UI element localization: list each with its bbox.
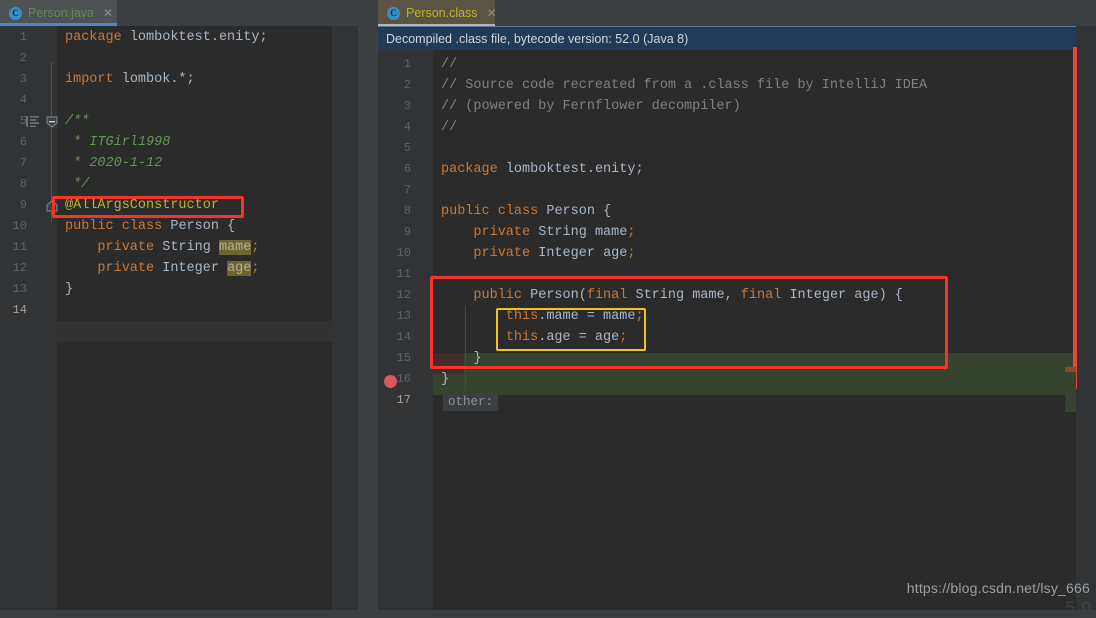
diff-stripe-marker-changed[interactable] [1065,367,1076,372]
tab-label: Person.class [406,6,478,20]
line-number: 3 [19,72,27,86]
line-number: 11 [12,240,27,254]
code-line-1: package lomboktest.enity; [65,30,268,45]
editor-splitter[interactable] [358,26,378,618]
watermark-url: https://blog.csdn.net/lsy_666 [906,580,1090,596]
code-line-2: // Source code recreated from a .class f… [441,78,928,93]
line-number: 13 [12,282,27,296]
code-line-1: // [441,57,458,72]
java-class-icon: C [387,6,400,20]
line-number: 4 [403,120,411,134]
code-line-13: this.mame = mame; [505,309,644,324]
line-number: 7 [403,183,411,197]
tab-person-java[interactable]: C Person.java ✕ [0,0,117,26]
close-icon[interactable]: ✕ [487,7,497,19]
code-line-6: package lomboktest.enity; [441,162,644,177]
error-stripe-left[interactable] [332,26,358,618]
line-number: 13 [396,309,411,323]
code-line-6: * ITGirl1998 [65,135,171,150]
decompiled-notice-bar: Decompiled .class file, bytecode version… [378,26,1096,50]
line-number: 11 [396,267,411,281]
code-line-4: // [441,120,458,135]
line-number: 10 [396,246,411,260]
diff-stripe-marker[interactable] [1065,372,1076,412]
tab-label: Person.java [28,6,95,20]
code-line-12: public Person(final String mame, final I… [473,288,903,303]
code-line-8: */ [65,177,90,192]
line-number: 14 [12,303,27,317]
code-line-14: this.age = age; [505,330,628,345]
line-number: 2 [19,51,27,65]
line-number: 6 [19,135,27,149]
code-line-16: } [441,372,450,387]
code-line-12: private Integer age; [97,261,260,276]
line-number: 12 [396,288,411,302]
code-line-3: import lombok.*; [65,72,195,87]
code-line-10: private Integer age; [473,246,636,261]
code-fold-rail [51,62,52,222]
line-number: 1 [403,57,411,71]
editor-pane-person-class[interactable]: Decompiled .class file, bytecode version… [378,26,1096,618]
error-stripe-marker[interactable] [1073,47,1077,389]
code-line-9: private String mame; [473,225,636,240]
decompiled-notice-text: Decompiled .class file, bytecode version… [386,31,689,46]
line-number: 15 [396,351,411,365]
code-line-5: /** [65,114,90,129]
line-number: 8 [19,177,27,191]
line-number: 14 [396,330,411,344]
editor-tab-bar: C Person.java ✕ C Person.class ✕ [0,0,1096,26]
line-number: 6 [403,162,411,176]
line-number: 4 [19,93,27,107]
editor-pane-person-java[interactable]: 1 2 3 4 5 6 7 8 9 10 11 12 13 14 package… [0,26,358,618]
line-number-gutter-left[interactable]: 1 2 3 4 5 6 7 8 9 10 11 12 13 14 [0,26,57,618]
line-number: 8 [403,204,411,218]
code-line-3: // (powered by Fernflower decompiler) [441,99,741,114]
code-area-left[interactable]: package lomboktest.enity; import lombok.… [57,26,358,618]
ide-window: C Person.java ✕ C Person.class ✕ 1 2 3 4… [0,0,1096,618]
java-class-icon: C [9,6,22,20]
line-number: 7 [19,156,27,170]
close-icon[interactable]: ✕ [103,7,113,19]
line-number: 1 [19,30,27,44]
breakpoint-icon[interactable] [384,375,397,388]
line-number: 17 [396,393,411,407]
line-number-gutter-right[interactable]: 1 2 3 4 5 6 7 8 9 10 11 12 13 14 15 16 1… [378,50,433,618]
code-line-13: } [65,282,74,297]
other-chip-label[interactable]: other: [443,394,499,411]
reformat-icon[interactable] [26,116,39,127]
line-number: 10 [12,219,27,233]
code-line-8: public class Person { [441,204,612,219]
code-line-11: private String mame; [97,240,260,255]
code-line-9: @AllArgsConstructor [65,198,219,213]
code-line-10: public class Person { [65,219,236,234]
code-line-15: } [473,351,482,366]
code-line-7: * 2020-1-12 [65,156,163,171]
line-number: 12 [12,261,27,275]
bottom-status-strip [0,610,1096,618]
line-number: 5 [19,114,27,128]
error-stripe-right[interactable] [1076,26,1096,618]
tab-person-class[interactable]: C Person.class ✕ [378,0,497,26]
line-number: 9 [19,198,27,212]
line-number: 5 [403,141,411,155]
line-number: 3 [403,99,411,113]
code-area-right[interactable]: // // Source code recreated from a .clas… [433,50,1096,618]
line-number: 9 [403,225,411,239]
line-number: 2 [403,78,411,92]
